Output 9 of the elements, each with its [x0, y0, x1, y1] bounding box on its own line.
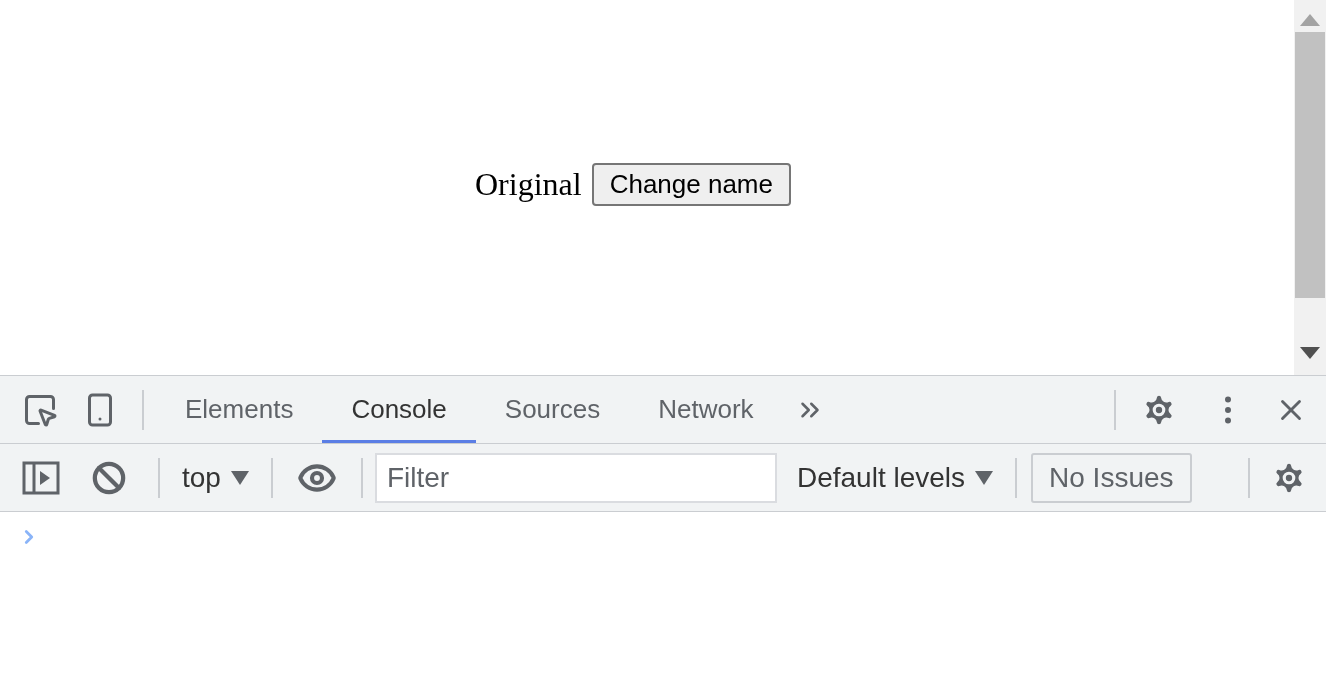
- filter-field[interactable]: Filter: [374, 452, 777, 503]
- devtools-tab[interactable]: Sources: [475, 376, 630, 443]
- devtools-tab[interactable]: Elements: [156, 376, 323, 443]
- devtools-tab[interactable]: Network: [629, 376, 783, 443]
- log-levels-dropdown[interactable]: Default levels: [796, 461, 994, 494]
- change-name-button[interactable]: Change name: [591, 163, 791, 206]
- page-text: Original: [475, 166, 582, 203]
- issues-button[interactable]: No Issues: [1031, 452, 1192, 503]
- context-dropdown[interactable]: top: [182, 461, 249, 494]
